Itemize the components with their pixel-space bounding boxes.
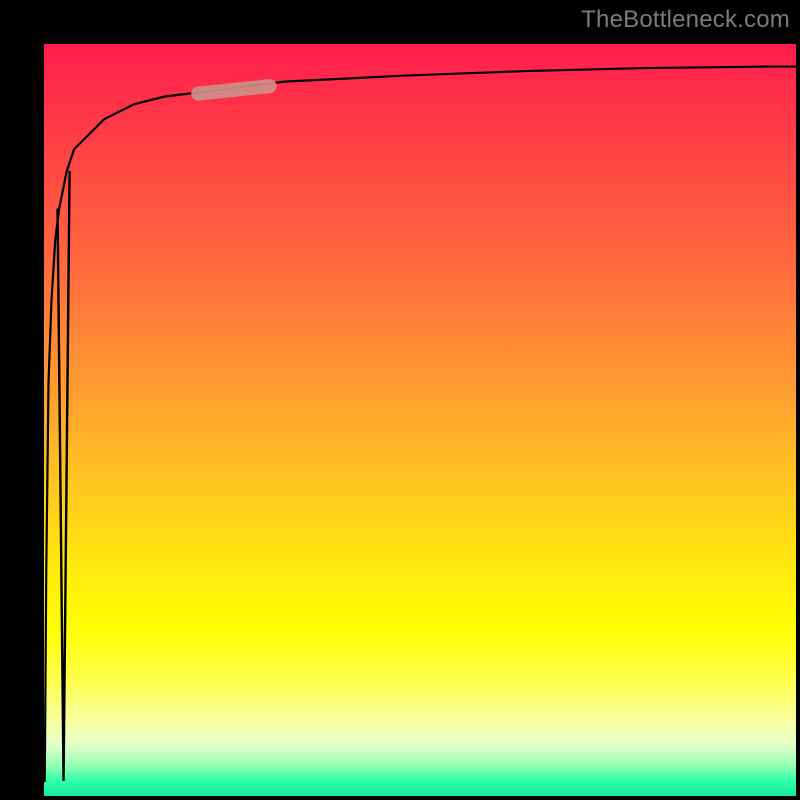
gradient-plot-background xyxy=(44,44,796,796)
attribution-label: TheBottleneck.com xyxy=(581,6,790,34)
chart-frame: TheBottleneck.com xyxy=(0,0,800,800)
